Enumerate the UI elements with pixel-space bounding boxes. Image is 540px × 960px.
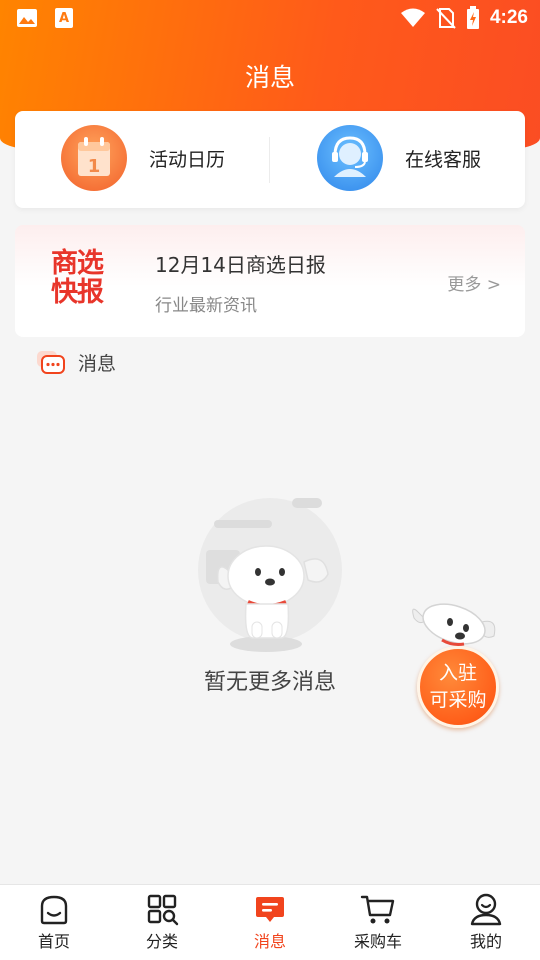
online-service-label: 在线客服	[405, 148, 482, 171]
cart-icon	[360, 895, 395, 924]
tab-profile-label: 我的	[469, 932, 502, 951]
join-purchase-widget[interactable]: 入驻 可采购	[408, 596, 508, 730]
message-section-header: 消息	[36, 349, 116, 376]
message-icon	[256, 897, 284, 922]
daily-news-card[interactable]: 商选 快报 12月14日商选日报 行业最新资讯 更多 >	[15, 225, 525, 337]
tab-cart-label: 采购车	[353, 932, 402, 951]
activity-calendar-label: 活动日历	[149, 148, 226, 171]
join-purchase-badge[interactable]: 入驻 可采购	[417, 646, 499, 728]
tab-cart[interactable]: 采购车	[324, 885, 432, 960]
activity-calendar-button[interactable]: 1 活动日历	[61, 124, 225, 192]
chat-bubble-icon	[37, 350, 65, 374]
news-title: 12月14日商选日报	[155, 253, 326, 277]
shortcut-card: 1 活动日历 在线客服	[15, 111, 525, 208]
message-section-title: 消息	[78, 353, 117, 375]
tab-profile[interactable]: 我的	[432, 885, 540, 960]
tab-message-label: 消息	[253, 932, 286, 951]
news-logo-line1: 商选	[51, 248, 104, 279]
status-time: 4:26	[489, 7, 528, 28]
battery-charging-icon	[466, 6, 479, 29]
tab-home[interactable]: 首页	[0, 885, 108, 960]
shortcut-divider	[269, 137, 270, 183]
category-icon	[147, 894, 179, 926]
join-line1: 入驻	[438, 662, 477, 684]
profile-icon	[470, 893, 502, 926]
news-logo: 商选 快报	[46, 249, 108, 307]
tab-category-label: 分类	[145, 932, 178, 951]
status-bar: A 4:26	[0, 0, 540, 36]
customer-service-icon	[317, 125, 383, 191]
page-title: 消息	[244, 63, 295, 92]
font-app-icon: A	[55, 8, 73, 28]
join-line2: 可采购	[429, 689, 487, 711]
calendar-icon-text: 1	[88, 156, 101, 177]
calendar-icon: 1	[61, 125, 127, 191]
bottom-tab-bar: 首页 分类 消息 采购车 我的	[0, 884, 540, 960]
wifi-icon	[400, 8, 425, 27]
image-icon	[17, 9, 37, 27]
online-service-button[interactable]: 在线客服	[317, 124, 481, 192]
tab-message[interactable]: 消息	[216, 885, 324, 960]
no-sim-icon	[436, 8, 456, 29]
news-more-link[interactable]: 更多 >	[447, 270, 501, 295]
news-logo-line2: 快报	[51, 277, 104, 308]
tab-home-label: 首页	[37, 932, 70, 951]
tab-category[interactable]: 分类	[108, 885, 216, 960]
svg-text:A: A	[59, 11, 69, 26]
home-icon	[40, 895, 68, 925]
news-subtitle: 行业最新资讯	[155, 296, 257, 316]
joy-dog-icon	[188, 488, 348, 658]
